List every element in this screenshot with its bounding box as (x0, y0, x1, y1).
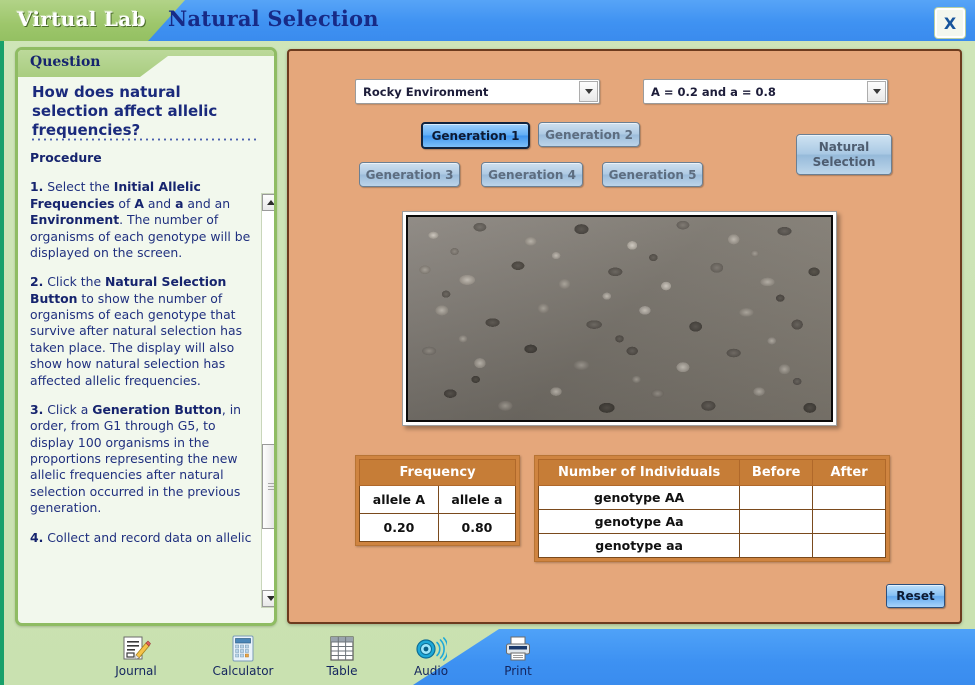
table-icon (329, 635, 355, 663)
table-row: genotype Aa (537, 509, 886, 534)
close-icon: X (943, 13, 957, 33)
individuals-table: Number of Individuals Before After genot… (534, 455, 890, 562)
scrollbar-thumb[interactable] (262, 444, 274, 529)
app-header: Virtual Lab Natural Selection X (0, 0, 975, 41)
procedure-step-1: 1. Select the Initial Allelic Frequencie… (30, 179, 251, 260)
toolbar-label-calculator: Calculator (212, 664, 274, 678)
chevron-down-icon[interactable] (579, 81, 598, 102)
table-row: genotype aa (537, 533, 886, 558)
genotype-aa-upper-label: genotype AA (537, 485, 741, 510)
procedure-step-3: 3. Click a Generation Button, in order, … (30, 401, 242, 516)
scroll-up-icon[interactable] (262, 194, 274, 211)
toolbar-item-print[interactable]: Print (477, 635, 559, 681)
col-before: Before (739, 459, 814, 486)
genotype-aa-lower-after (812, 533, 886, 558)
habitat-image (406, 215, 833, 422)
procedure-body: Procedure 1. Select the Initial Allelic … (30, 150, 252, 602)
calculator-icon (231, 635, 255, 663)
brand-title: Virtual Lab (17, 7, 146, 31)
allelic-frequency-select[interactable]: A = 0.2 and a = 0.8 (643, 79, 888, 104)
ns-line-2: Selection (812, 154, 876, 169)
rocky-gravel-texture (408, 217, 831, 420)
toolbar-item-audio[interactable]: Audio (390, 635, 472, 681)
generation-3-button[interactable]: Generation 3 (359, 162, 460, 187)
frequency-value-allele-a-lower: 0.80 (437, 513, 517, 542)
genotype-aa-het-after (812, 509, 886, 534)
question-panel: Question How does natural selection affe… (15, 47, 277, 626)
procedure-scrollbar[interactable] (261, 193, 274, 608)
genotype-aa-het-label: genotype Aa (537, 509, 741, 534)
generation-5-button[interactable]: Generation 5 (602, 162, 703, 187)
procedure-step-2: 2. Click the Natural Selection Button to… (30, 274, 243, 388)
journal-icon (121, 635, 151, 663)
toolbar-item-calculator[interactable]: Calculator (202, 635, 284, 681)
col-after: After (812, 459, 886, 486)
genotype-aa-upper-after (812, 485, 886, 510)
simulation-panel: Rocky Environment A = 0.2 and a = 0.8 Ge… (287, 49, 962, 624)
genotype-aa-het-before (739, 509, 814, 534)
toolbar-label-journal: Journal (115, 664, 157, 678)
generation-2-button[interactable]: Generation 2 (538, 122, 640, 147)
environment-select[interactable]: Rocky Environment (355, 79, 600, 104)
genotype-aa-upper-before (739, 485, 814, 510)
left-accent-bar (0, 0, 4, 685)
toolbar-item-table[interactable]: Table (301, 635, 383, 681)
toolbar-label-audio: Audio (413, 664, 449, 678)
frequency-value-allele-a-upper: 0.20 (359, 513, 439, 542)
habitat-image-frame (402, 211, 837, 426)
dotted-divider (30, 138, 258, 141)
natural-selection-button[interactable]: Natural Selection (796, 134, 892, 175)
environment-select-value: Rocky Environment (363, 84, 489, 99)
question-text: How does natural selection affect alleli… (32, 83, 218, 140)
toolbar-label-table: Table (326, 664, 358, 678)
ns-line-1: Natural (818, 139, 870, 154)
allelic-frequency-select-value: A = 0.2 and a = 0.8 (651, 84, 776, 99)
frequency-col-allele-a-upper: allele A (359, 485, 439, 514)
generation-1-button[interactable]: Generation 1 (421, 122, 530, 149)
generation-4-button[interactable]: Generation 4 (481, 162, 583, 187)
frequency-table: Frequency allele A allele a 0.20 0.80 (355, 455, 520, 546)
audio-icon (415, 635, 447, 663)
scrollbar-grip-icon (268, 483, 274, 491)
genotype-aa-lower-label: genotype aa (537, 533, 741, 558)
col-number-of-individuals: Number of Individuals (537, 459, 741, 486)
reset-button[interactable]: Reset (886, 584, 945, 608)
genotype-aa-lower-before (739, 533, 814, 558)
print-icon (504, 635, 532, 663)
frequency-col-allele-a-lower: allele a (437, 485, 517, 514)
table-row: genotype AA (537, 485, 886, 510)
procedure-heading: Procedure (30, 150, 102, 165)
close-button[interactable]: X (935, 8, 965, 38)
toolbar-item-journal[interactable]: Journal (95, 635, 177, 681)
toolbar-label-print: Print (504, 664, 532, 678)
question-panel-header-label: Question (30, 54, 101, 70)
virtual-lab-app: Virtual Lab Natural Selection X Question… (0, 0, 975, 685)
chevron-down-icon[interactable] (867, 81, 886, 102)
page-title: Natural Selection (168, 6, 379, 31)
scroll-down-icon[interactable] (262, 590, 274, 607)
procedure-step-4: 4. Collect and record data on allelic (30, 529, 252, 545)
individuals-table-header-row: Number of Individuals Before After (537, 459, 886, 486)
frequency-table-title: Frequency (359, 459, 516, 486)
